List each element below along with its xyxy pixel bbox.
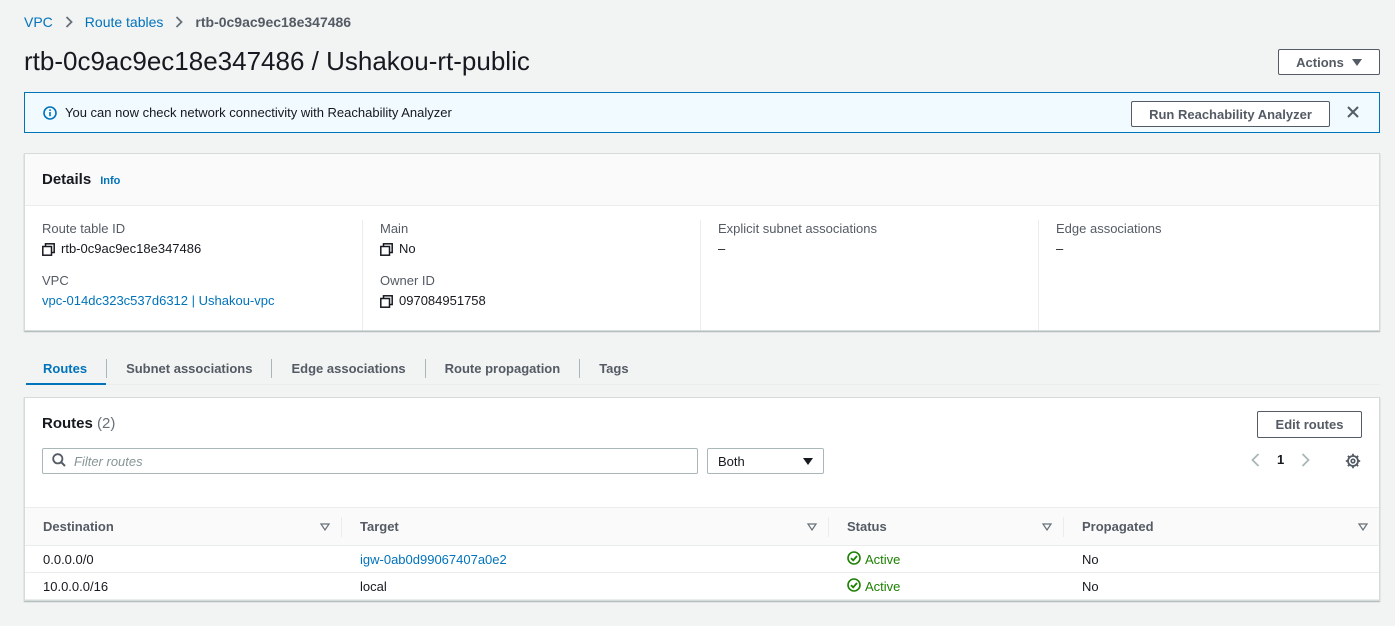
caret-down-icon (1351, 58, 1362, 66)
details-col-2: Main No Owner ID 097084951758 (363, 220, 701, 330)
details-col-3: Explicit subnet associations – (701, 220, 1039, 330)
filter-caret-icon (1357, 519, 1369, 534)
column-label: Target (360, 519, 399, 534)
info-icon (43, 106, 57, 123)
copy-icon[interactable] (42, 242, 55, 256)
filter-caret-icon (806, 519, 818, 534)
status-badge: Active (847, 577, 901, 595)
page-number[interactable]: 1 (1277, 452, 1284, 467)
tabs: Routes Subnet associations Edge associat… (24, 352, 648, 385)
tab-routes[interactable]: Routes (24, 352, 107, 385)
close-icon[interactable] (1346, 105, 1360, 122)
routes-table: Destination Target Status Propagated 0.0… (25, 507, 1379, 600)
actions-label: Actions (1296, 54, 1344, 70)
details-panel: Details Info Route table ID rtb-0c9ac9ec… (24, 153, 1380, 331)
breadcrumb: VPC Route tables rtb-0c9ac9ec18e347486 (24, 14, 351, 30)
check-circle-icon (847, 550, 861, 568)
details-col-4: Edge associations – (1039, 220, 1377, 330)
pagination: 1 (1251, 452, 1311, 467)
routes-panel: Routes (2) Edit routes Both 1 (24, 397, 1380, 601)
status-badge: Active (847, 550, 901, 568)
check-circle-icon (847, 577, 861, 595)
chevron-left-icon[interactable] (1251, 452, 1260, 467)
cell-target-link[interactable]: igw-0ab0d99067407a0e2 (360, 552, 507, 567)
column-label: Propagated (1082, 519, 1154, 534)
column-header-target[interactable]: Target (342, 508, 829, 546)
route-table-id-value: rtb-0c9ac9ec18e347486 (61, 241, 202, 256)
vpc-link[interactable]: vpc-014dc323c537d6312 | Ushakou-vpc (42, 292, 274, 310)
column-label: Status (847, 519, 887, 534)
routes-title: Routes (2) (42, 415, 115, 432)
edge-associations-value: – (1056, 241, 1064, 256)
filter-caret-icon (319, 519, 331, 534)
column-header-propagated[interactable]: Propagated (1064, 508, 1379, 546)
owner-id-label: Owner ID (380, 273, 435, 288)
search-icon (52, 452, 66, 470)
breadcrumb-current: rtb-0c9ac9ec18e347486 (195, 14, 352, 30)
column-header-status[interactable]: Status (829, 508, 1064, 546)
info-link[interactable]: Info (100, 175, 120, 187)
table-row[interactable]: 0.0.0.0/0 igw-0ab0d99067407a0e2 Active N… (25, 545, 1379, 573)
filter-routes-field[interactable] (42, 448, 698, 474)
routes-title-label: Routes (42, 415, 93, 432)
details-col-1: Route table ID rtb-0c9ac9ec18e347486 VPC… (25, 220, 363, 330)
chevron-right-icon (175, 16, 184, 28)
vpc-label: VPC (42, 273, 69, 288)
table-row[interactable]: 10.0.0.0/16 local Active No (25, 572, 1379, 600)
caret-down-icon (803, 457, 813, 465)
breadcrumb-vpc[interactable]: VPC (24, 14, 53, 30)
page-title: rtb-0c9ac9ec18e347486 / Ushakou-rt-publi… (24, 46, 530, 76)
owner-id-value: 097084951758 (399, 293, 486, 308)
gear-icon[interactable] (1345, 453, 1361, 472)
main-label: Main (380, 221, 409, 236)
filter-routes-input[interactable] (74, 453, 674, 469)
cell-propagated: No (1064, 572, 1379, 600)
banner-message: You can now check network connectivity w… (65, 105, 452, 120)
edge-associations-label: Edge associations (1056, 221, 1162, 236)
status-label: Active (865, 578, 901, 594)
column-label: Destination (43, 519, 114, 534)
tab-tags[interactable]: Tags (580, 352, 647, 385)
run-reachability-analyzer-button[interactable]: Run Reachability Analyzer (1131, 101, 1330, 127)
edit-routes-button[interactable]: Edit routes (1257, 411, 1362, 438)
select-value: Both (718, 453, 745, 469)
copy-icon[interactable] (380, 242, 393, 256)
explicit-subnet-value: – (718, 241, 726, 256)
breadcrumb-route-tables[interactable]: Route tables (85, 14, 164, 30)
cell-destination: 10.0.0.0/16 (25, 572, 342, 600)
chevron-right-icon[interactable] (1301, 452, 1311, 467)
routes-count: (2) (97, 415, 116, 432)
details-header: Details Info (25, 154, 1379, 206)
copy-icon[interactable] (380, 294, 393, 308)
filter-caret-icon (1041, 519, 1053, 534)
actions-button[interactable]: Actions (1278, 49, 1380, 75)
status-label: Active (865, 551, 901, 567)
cell-propagated: No (1064, 545, 1379, 573)
tab-subnet-associations[interactable]: Subnet associations (107, 352, 271, 385)
details-title: Details (42, 171, 92, 188)
cell-target: local (342, 572, 829, 600)
tab-route-propagation[interactable]: Route propagation (426, 352, 580, 385)
main-value: No (399, 241, 416, 256)
route-table-id-label: Route table ID (42, 221, 126, 236)
chevron-right-icon (65, 16, 73, 28)
tab-edge-associations[interactable]: Edge associations (272, 352, 424, 385)
explicit-subnet-label: Explicit subnet associations (718, 221, 877, 236)
info-banner: You can now check network connectivity w… (24, 92, 1380, 133)
column-header-destination[interactable]: Destination (25, 508, 342, 546)
cell-destination: 0.0.0.0/0 (25, 545, 342, 573)
propagation-filter-select[interactable]: Both (707, 448, 824, 474)
table-header-row: Destination Target Status Propagated (25, 507, 1379, 546)
